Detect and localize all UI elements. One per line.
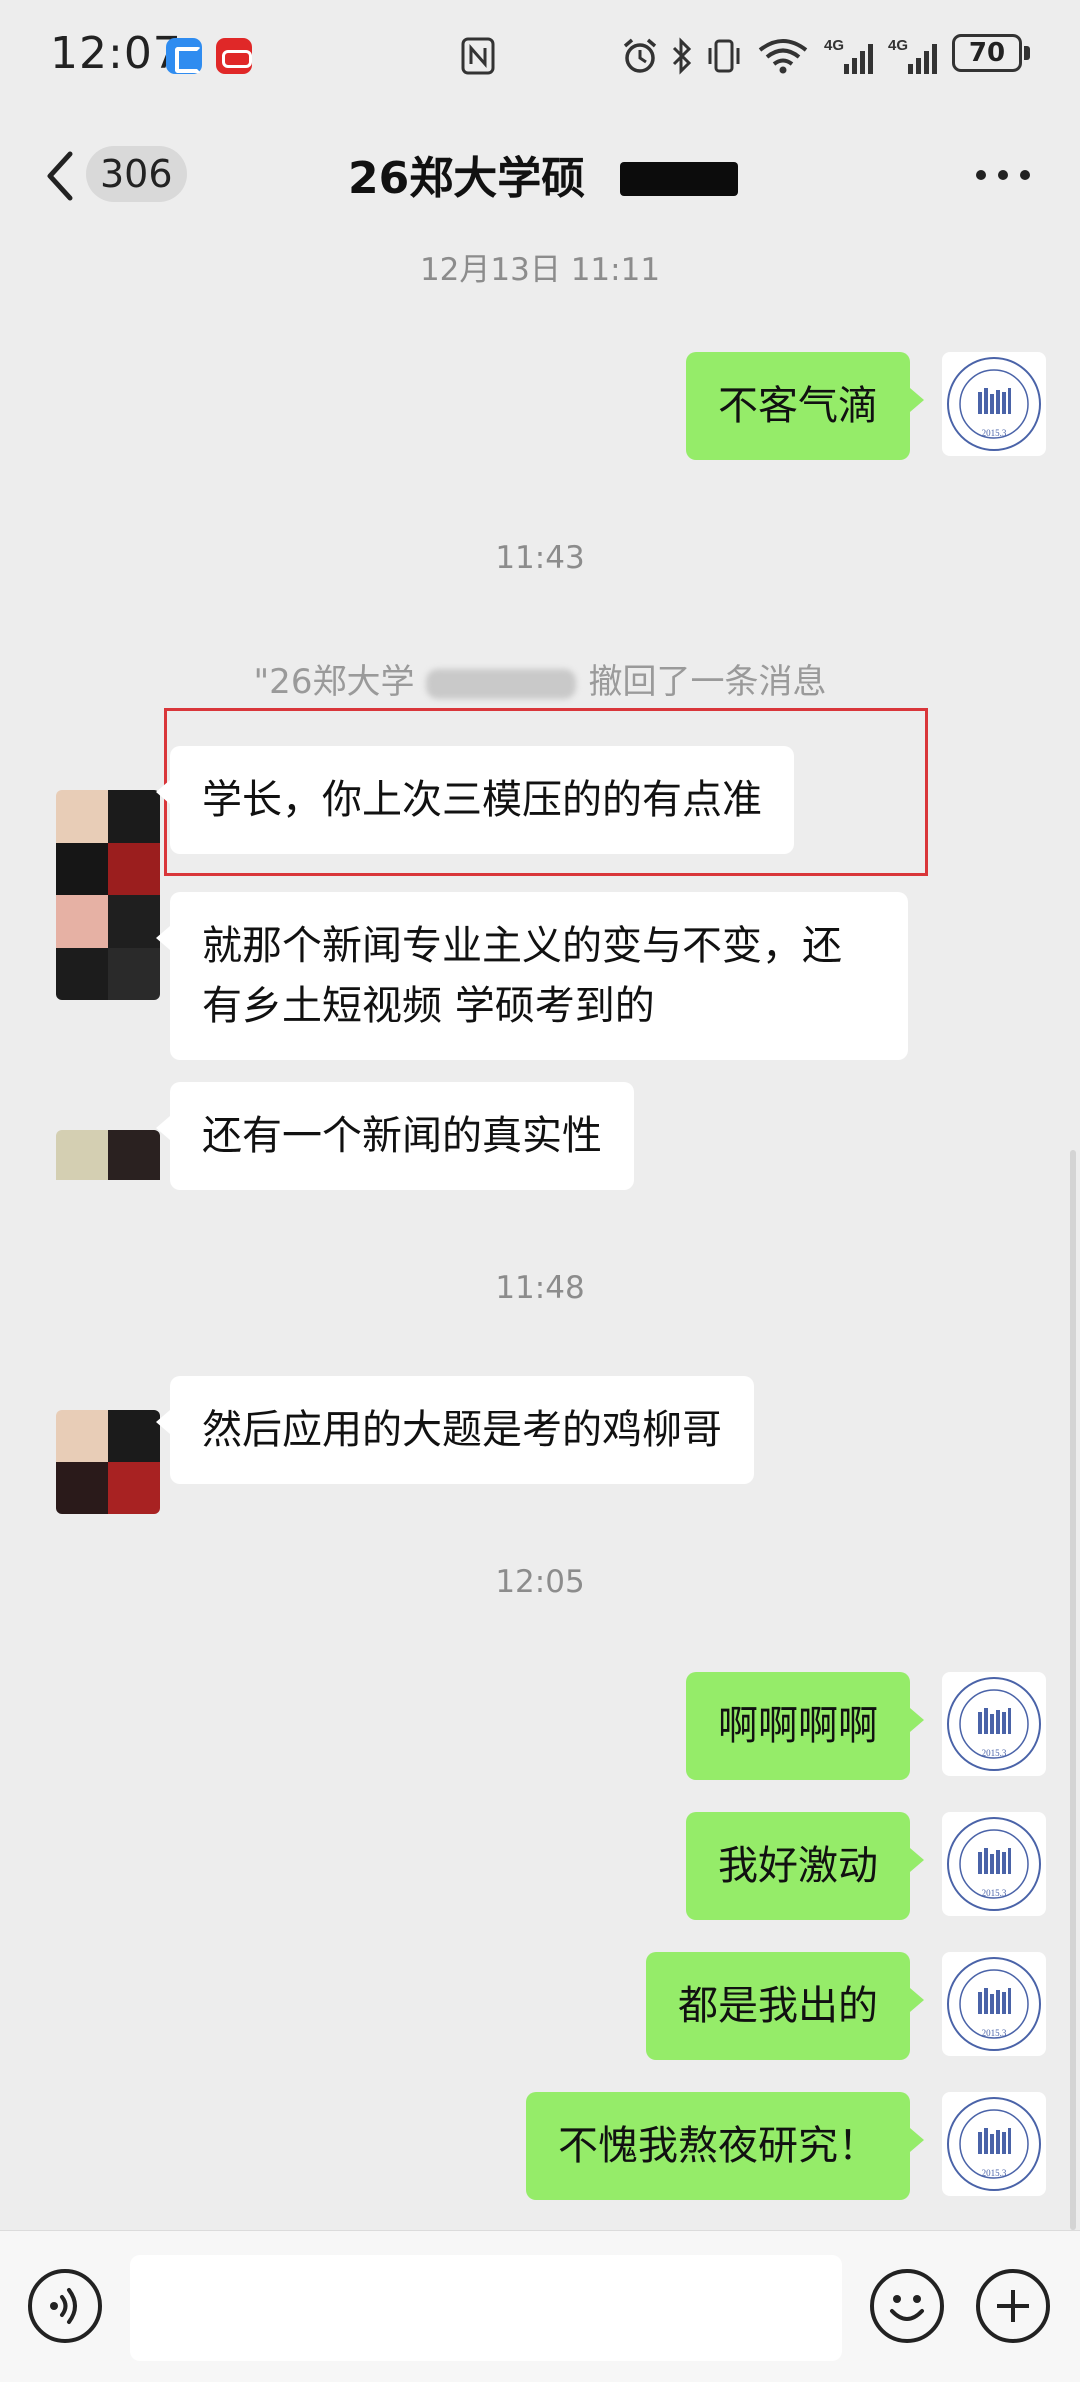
unread-count-badge[interactable]: 306 xyxy=(86,146,187,202)
logo-year: 2015.3 xyxy=(982,2168,1007,2178)
more-dot xyxy=(1020,170,1030,180)
logo-year: 2015.3 xyxy=(982,428,1007,438)
more-dot xyxy=(976,170,986,180)
message-bubble-incoming[interactable]: 还有一个新闻的真实性 xyxy=(156,1082,634,1190)
app-notification-icon xyxy=(166,38,202,74)
logo-year: 2015.3 xyxy=(982,1888,1007,1898)
message-bubble-outgoing[interactable]: 不客气滴 xyxy=(686,352,924,460)
message-bubble-outgoing[interactable]: 我好激动 xyxy=(686,1812,924,1920)
logo-icon: 2015.3 xyxy=(947,357,1041,451)
wifi-icon xyxy=(758,39,808,74)
recall-notice: "26郑大学 撤回了一条消息 xyxy=(0,654,1080,703)
more-dot xyxy=(998,170,1008,180)
contact-avatar[interactable] xyxy=(56,1130,160,1230)
signal-label: 4G xyxy=(888,37,908,54)
voice-input-button[interactable] xyxy=(28,2269,102,2343)
status-time: 12:07 xyxy=(50,28,182,79)
alarm-icon xyxy=(623,38,657,73)
timestamp: 11:48 xyxy=(495,1270,585,1306)
timestamp: 11:43 xyxy=(495,540,585,576)
message-bubble-outgoing[interactable]: 不愧我熬夜研究！ xyxy=(526,2092,924,2200)
input-bar xyxy=(0,2230,1080,2382)
self-avatar[interactable]: 2015.3 xyxy=(942,2092,1046,2196)
vibrate-icon xyxy=(708,39,740,73)
nfc-icon xyxy=(461,37,495,75)
message-list[interactable]: 12月13日 11:11 不客气滴 2015.3 11:43 "26郑大学 撤回了… xyxy=(0,230,1080,2230)
timestamp: 12月13日 11:11 xyxy=(419,252,661,288)
logo-icon: 2015.3 xyxy=(947,1677,1041,1771)
chat-screen: 12:07 4G 4G 70 306 26郑大学硕 12月13日 11:11 不… xyxy=(0,0,1080,2382)
status-bar: 12:07 4G 4G 70 xyxy=(0,0,1080,110)
self-avatar[interactable]: 2015.3 xyxy=(942,1812,1046,1916)
contact-avatar[interactable] xyxy=(56,1410,160,1514)
logo-icon: 2015.3 xyxy=(947,1817,1041,1911)
more-options-button[interactable] xyxy=(974,160,1034,190)
timestamp: 12:05 xyxy=(495,1564,585,1600)
logo-year: 2015.3 xyxy=(982,1748,1007,1758)
message-bubble-incoming[interactable]: 就那个新闻专业主义的变与不变，还有乡土短视频 学硕考到的 xyxy=(156,892,908,1060)
logo-icon: 2015.3 xyxy=(947,2097,1041,2191)
redaction-blur xyxy=(426,668,577,699)
chat-header: 306 26郑大学硕 xyxy=(0,110,1080,230)
message-bubble-outgoing[interactable]: 啊啊啊啊 xyxy=(686,1672,924,1780)
battery-indicator: 70 xyxy=(952,34,1022,72)
bluetooth-icon xyxy=(672,37,692,75)
chat-title[interactable]: 26郑大学硕 xyxy=(348,142,585,206)
scrollbar[interactable] xyxy=(1070,1150,1076,2230)
emoji-button[interactable] xyxy=(870,2269,944,2343)
emoji-icon xyxy=(890,2295,924,2321)
message-bubble-incoming[interactable]: 学长，你上次三模压的的有点准 xyxy=(156,746,794,854)
logo-year: 2015.3 xyxy=(982,2028,1007,2038)
contact-avatar[interactable] xyxy=(56,790,160,1000)
redaction-bar xyxy=(620,162,738,196)
more-actions-button[interactable] xyxy=(976,2269,1050,2343)
battery-tip xyxy=(1024,46,1030,60)
back-button[interactable] xyxy=(36,146,86,206)
message-bubble-outgoing[interactable]: 都是我出的 xyxy=(646,1952,924,2060)
self-avatar[interactable]: 2015.3 xyxy=(942,1952,1046,2056)
logo-icon: 2015.3 xyxy=(947,1957,1041,2051)
self-avatar[interactable]: 2015.3 xyxy=(942,1672,1046,1776)
app-notification-icon xyxy=(216,38,252,74)
cellular-signal-icon: 4G xyxy=(888,37,937,74)
cellular-signal-icon: 4G xyxy=(824,37,873,74)
message-bubble-incoming[interactable]: 然后应用的大题是考的鸡柳哥 xyxy=(156,1376,754,1484)
recall-suffix: 撤回了一条消息 xyxy=(588,662,827,702)
recall-prefix: "26郑大学 xyxy=(253,662,415,702)
message-input[interactable] xyxy=(130,2255,842,2361)
self-avatar[interactable]: 2015.3 xyxy=(942,352,1046,456)
signal-label: 4G xyxy=(824,37,844,54)
voice-icon xyxy=(50,2288,77,2324)
